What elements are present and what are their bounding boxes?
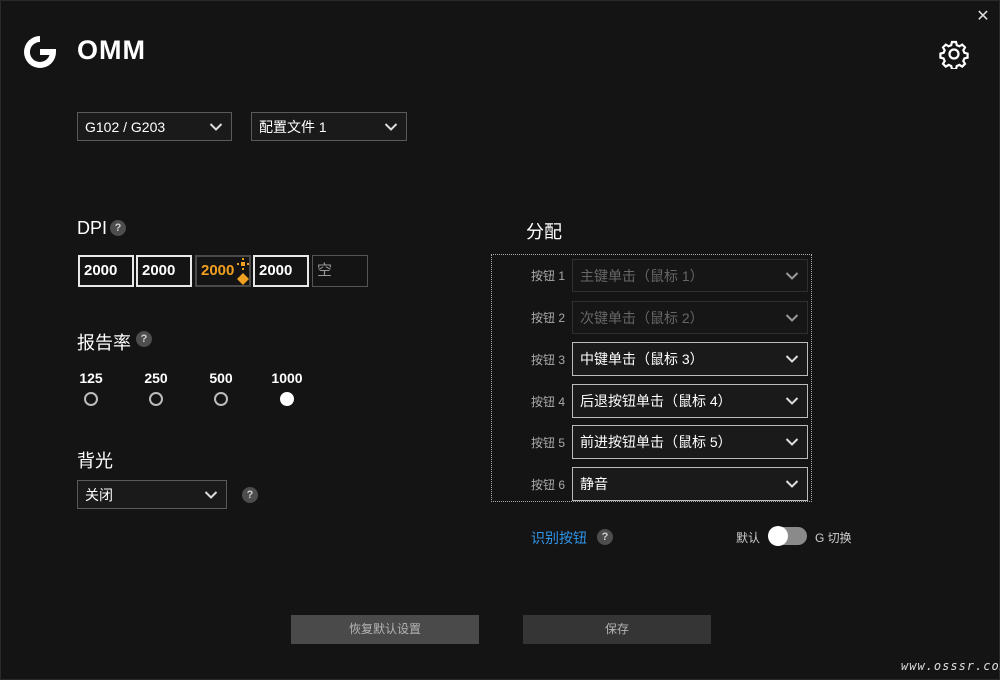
- chevron-down-icon: [785, 438, 799, 446]
- dpi-help-icon[interactable]: ?: [110, 220, 126, 236]
- settings-gear-icon[interactable]: [939, 39, 969, 69]
- profile-select[interactable]: 配置文件 1: [251, 112, 407, 141]
- backlight-help-icon[interactable]: ?: [242, 487, 258, 503]
- button-2-label: 按钮 2: [530, 311, 565, 325]
- dpi-level-2[interactable]: 2000: [136, 255, 192, 287]
- identify-buttons-link[interactable]: 识别按钮: [531, 528, 587, 548]
- chevron-down-icon: [785, 397, 799, 405]
- rate-label-125: 125: [79, 370, 103, 386]
- button-6-assign-select[interactable]: 静音: [572, 467, 808, 501]
- button-4-assign-value: 后退按钮单击（鼠标 4）: [580, 393, 732, 409]
- dpi-shift-icon: [237, 258, 249, 270]
- button-1-label: 按钮 1: [530, 269, 565, 283]
- button-5-label: 按钮 5: [530, 436, 565, 450]
- button-3-assign-select[interactable]: 中键单击（鼠标 3）: [572, 342, 808, 376]
- rate-radio-500[interactable]: [214, 392, 228, 406]
- rate-radio-1000[interactable]: [280, 392, 294, 406]
- chevron-down-icon: [785, 313, 799, 322]
- backlight-select[interactable]: 关闭: [77, 480, 227, 509]
- logitech-g-logo: [24, 35, 56, 68]
- button-3-assign-value: 中键单击（鼠标 3）: [580, 351, 704, 367]
- dpi-level-1[interactable]: 2000: [78, 255, 134, 287]
- chevron-down-icon: [204, 490, 218, 499]
- toggle-gshift-label: G 切换: [815, 531, 852, 545]
- rate-radio-125[interactable]: [84, 392, 98, 406]
- identify-help-icon[interactable]: ?: [597, 529, 613, 545]
- button-6-assign-value: 静音: [580, 476, 608, 492]
- button-2-assign-select: 次键单击（鼠标 2）: [572, 301, 808, 334]
- app-title: OMM: [77, 35, 146, 65]
- default-dpi-diamond-icon: [237, 273, 249, 285]
- rate-label-250: 250: [144, 370, 168, 386]
- chevron-down-icon: [785, 480, 799, 488]
- save-button[interactable]: 保存: [523, 615, 711, 644]
- button-1-assign-value: 主键单击（鼠标 1）: [580, 267, 704, 284]
- dpi-level-4[interactable]: 2000: [253, 255, 309, 287]
- toggle-default-label: 默认: [736, 531, 761, 545]
- app-window: ✕ OMM G102 / G203 配置文件 1 DPI ? 2000 2000…: [0, 0, 1000, 680]
- dpi-level-5-empty[interactable]: 空: [312, 255, 368, 287]
- dpi-level-3-value: 2000: [201, 262, 235, 279]
- dpi-level-3[interactable]: 2000: [195, 255, 251, 287]
- button-4-label: 按钮 4: [530, 395, 565, 409]
- button-4-assign-select[interactable]: 后退按钮单击（鼠标 4）: [572, 384, 808, 418]
- rate-label-500: 500: [209, 370, 233, 386]
- button-5-assign-select[interactable]: 前进按钮单击（鼠标 5）: [572, 425, 808, 459]
- button-2-assign-value: 次键单击（鼠标 2）: [580, 309, 704, 326]
- toggle-knob: [768, 526, 788, 546]
- device-select[interactable]: G102 / G203: [77, 112, 232, 141]
- close-icon[interactable]: ✕: [973, 7, 993, 27]
- dpi-heading: DPI: [77, 218, 108, 238]
- button-6-label: 按钮 6: [530, 478, 565, 492]
- restore-defaults-button[interactable]: 恢复默认设置: [291, 615, 479, 644]
- button-3-label: 按钮 3: [530, 353, 565, 367]
- chevron-down-icon: [785, 271, 799, 280]
- rate-radio-250[interactable]: [149, 392, 163, 406]
- button-5-assign-value: 前进按钮单击（鼠标 5）: [580, 434, 732, 450]
- profile-select-value: 配置文件 1: [259, 118, 327, 135]
- backlight-select-value: 关闭: [85, 486, 113, 503]
- chevron-down-icon: [209, 122, 223, 131]
- rate-label-1000: 1000: [271, 370, 303, 386]
- button-1-assign-select: 主键单击（鼠标 1）: [572, 259, 808, 292]
- report-rate-heading: 报告率: [77, 333, 131, 353]
- chevron-down-icon: [785, 355, 799, 363]
- backlight-heading: 背光: [77, 451, 113, 471]
- g-shift-toggle[interactable]: [768, 526, 807, 546]
- chevron-down-icon: [384, 122, 398, 131]
- device-select-value: G102 / G203: [85, 118, 166, 135]
- report-rate-help-icon[interactable]: ?: [136, 331, 152, 347]
- assign-heading: 分配: [526, 222, 562, 242]
- watermark-text: www.osssr.com: [901, 659, 1000, 673]
